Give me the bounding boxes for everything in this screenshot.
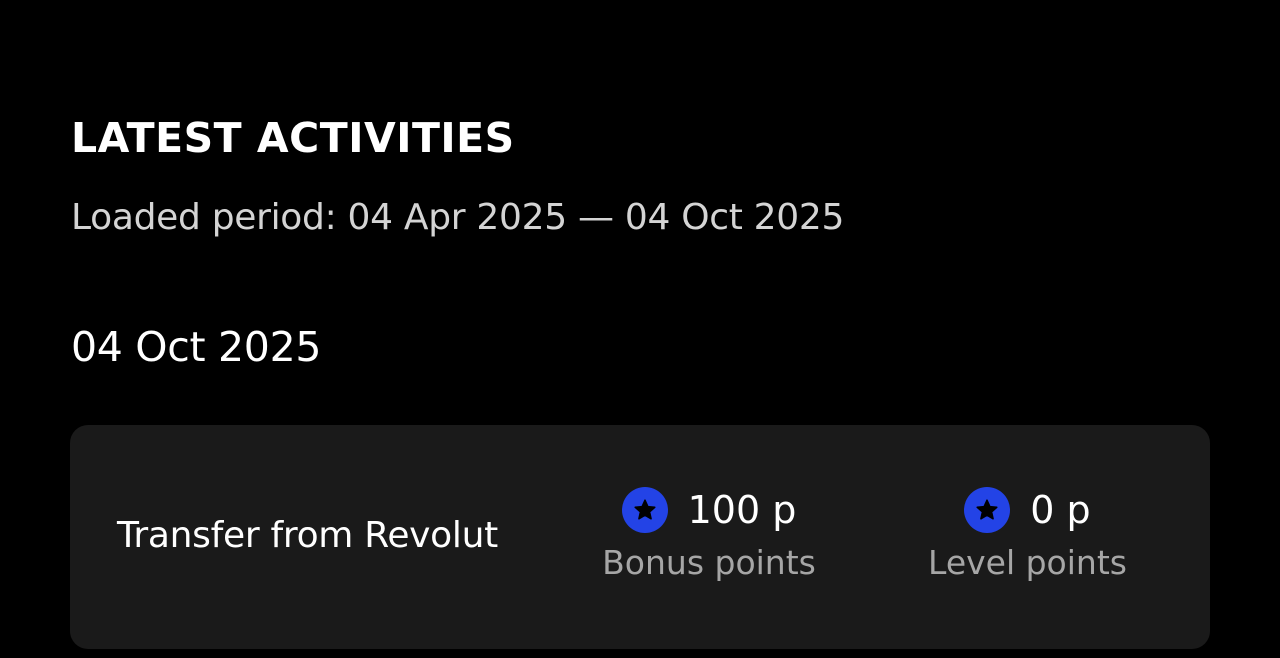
level-points-label: Level points [928, 543, 1127, 582]
loaded-period: Loaded period: 04 Apr 2025 — 04 Oct 2025 [71, 197, 845, 238]
star-icon [964, 487, 1011, 533]
bonus-points-label: Bonus points [602, 543, 816, 582]
date-group-header: 04 Oct 2025 [71, 323, 322, 371]
bonus-points-value: 100 p [687, 488, 797, 532]
level-points: 0 p Level points [925, 483, 1130, 583]
bonus-points: 100 p Bonus points [602, 483, 816, 583]
section-title: LATEST ACTIVITIES [71, 114, 515, 162]
level-points-value: 0 p [1030, 488, 1091, 532]
activity-card[interactable]: Transfer from Revolut 100 p Bonus points… [70, 425, 1210, 649]
star-icon [621, 487, 668, 533]
activity-title: Transfer from Revolut [117, 515, 498, 556]
